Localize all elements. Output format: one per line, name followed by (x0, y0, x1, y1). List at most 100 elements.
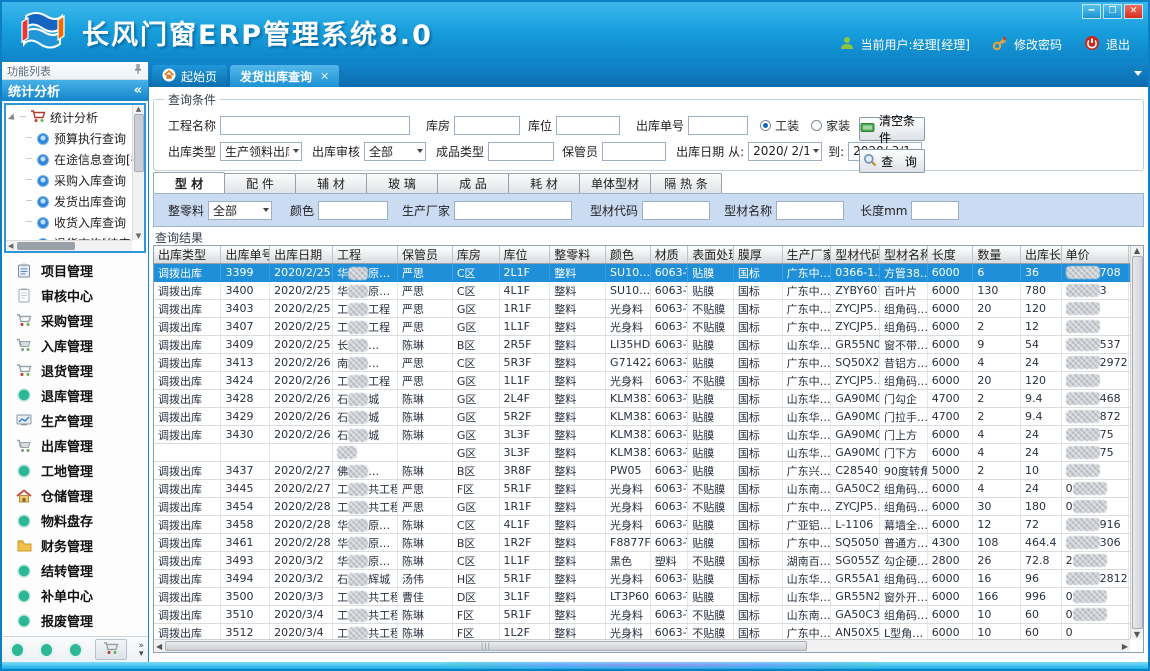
table-cell[interactable]: 2020/2/25 (270, 264, 333, 282)
table-cell[interactable]: 4700 (927, 390, 973, 408)
table-cell[interactable]: 166 (973, 588, 1021, 606)
table-cell[interactable]: 9.4 (1021, 390, 1062, 408)
table-cell[interactable]: 国标 (733, 354, 782, 372)
table-cell[interactable]: 3512 (221, 624, 270, 640)
table-cell[interactable]: 调拨出库 (154, 282, 221, 300)
search-button[interactable]: 查 询 (859, 149, 925, 173)
tab-shipment-query[interactable]: 发货出库查询 ✕ (230, 65, 339, 87)
table-cell[interactable]: 6000 (927, 606, 973, 624)
table-cell[interactable]: 勾企硬… (880, 552, 928, 570)
table-cell[interactable]: 3409 (221, 336, 270, 354)
radio-jiazhuang[interactable]: 家装 (811, 117, 850, 134)
table-cell[interactable]: 广东兴… (782, 462, 831, 480)
table-cell[interactable]: 贴膜 (688, 408, 734, 426)
table-cell[interactable]: C区 (452, 354, 499, 372)
table-cell[interactable]: ZYCJP5… (831, 318, 880, 336)
table-cell[interactable]: 6000 (927, 588, 973, 606)
table-cell[interactable]: 整料 (550, 354, 606, 372)
date-from-select[interactable]: 2020/ 2/16 (748, 142, 822, 161)
table-cell[interactable]: SU10… (606, 282, 651, 300)
table-cell[interactable]: 贴膜 (688, 426, 734, 444)
maximize-button[interactable]: ❐ (1103, 4, 1122, 19)
scroll-left-icon[interactable]: ◀ (8, 242, 13, 250)
table-cell[interactable]: 窗不带… (880, 336, 928, 354)
table-cell[interactable]: 不贴膜 (688, 606, 734, 624)
table-cell[interactable]: 调拨出库 (154, 570, 221, 588)
table-cell[interactable]: 塑料 (650, 552, 688, 570)
table-cell[interactable]: 6000 (927, 426, 973, 444)
table-cell[interactable]: 工共工程 (333, 498, 398, 516)
table-cell[interactable]: 1R1F (499, 498, 550, 516)
table-cell[interactable]: 整料 (550, 606, 606, 624)
column-header-8[interactable]: 颜色 (606, 246, 651, 264)
table-cell[interactable]: 陈琳 (398, 336, 453, 354)
tab-home[interactable]: 起始页 (152, 65, 227, 87)
table-cell[interactable]: 不贴膜 (688, 552, 734, 570)
table-cell[interactable]: 整料 (550, 372, 606, 390)
table-cell[interactable]: 5R3F (499, 354, 550, 372)
table-cell[interactable]: 4 (973, 480, 1021, 498)
table-cell[interactable]: 调拨出库 (154, 624, 221, 640)
tree-horizontal-scrollbar[interactable]: ◀ (6, 240, 132, 251)
table-cell[interactable]: 75 (1061, 426, 1128, 444)
table-cell[interactable]: 华原… (333, 534, 398, 552)
sidebar-item-2[interactable]: 采购管理 (16, 308, 148, 332)
scroll-right-icon[interactable]: ▶ (1122, 642, 1128, 651)
table-row[interactable]: 调拨出库34282020/2/26石城陈琳G区2L4F整料KLM38176063… (154, 390, 1130, 408)
sidebar-item-7[interactable]: 出库管理 (16, 434, 148, 458)
table-row[interactable]: G区3L3F整料KLM38176063-T5贴膜国标山东华…GA90M09.门下… (154, 444, 1130, 462)
table-cell[interactable]: 华原… (333, 552, 398, 570)
table-cell[interactable]: 6063-T5 (650, 516, 688, 534)
scrollbar-thumb[interactable]: ||| (165, 641, 807, 651)
table-cell[interactable]: 调拨出库 (154, 462, 221, 480)
table-cell[interactable]: 贴膜 (688, 570, 734, 588)
table-cell[interactable]: 贴膜 (688, 354, 734, 372)
table-cell[interactable]: 整料 (550, 588, 606, 606)
logout-link[interactable]: 退出 (1106, 36, 1130, 53)
table-cell[interactable] (221, 444, 270, 462)
table-cell[interactable]: 陈琳 (398, 462, 453, 480)
table-row[interactable]: 调拨出库34242020/2/26工工程严思G区1L1F整料光身料6063-T5… (154, 372, 1130, 390)
table-cell[interactable]: 2L1F (499, 264, 550, 282)
table-cell[interactable]: 贴膜 (688, 462, 734, 480)
table-cell[interactable]: 6063-T5 (650, 606, 688, 624)
table-cell[interactable]: 3407 (221, 318, 270, 336)
table-cell[interactable]: 0 (1061, 606, 1128, 624)
table-cell[interactable]: 3510 (221, 606, 270, 624)
panel-dot-icon[interactable] (70, 644, 81, 656)
table-cell[interactable]: 6000 (927, 372, 973, 390)
column-header-14[interactable]: 型材名称 (880, 246, 928, 264)
stats-section-header[interactable]: 统计分析 « (2, 80, 148, 101)
table-cell[interactable]: GA50C27 (831, 480, 880, 498)
table-cell[interactable]: 10 (973, 624, 1021, 640)
table-cell[interactable]: 2020/2/25 (270, 282, 333, 300)
table-cell[interactable]: 南… (333, 354, 398, 372)
table-cell[interactable]: 整料 (550, 264, 606, 282)
table-cell[interactable]: 整料 (550, 480, 606, 498)
table-cell[interactable]: 72 (1021, 516, 1062, 534)
table-cell[interactable]: 贴膜 (688, 588, 734, 606)
table-cell[interactable]: 严思 (398, 318, 453, 336)
table-cell[interactable]: KLM3817 (606, 426, 651, 444)
table-cell[interactable]: 3399 (221, 264, 270, 282)
project-name-input[interactable] (220, 116, 410, 135)
table-cell[interactable]: 广东中… (782, 498, 831, 516)
table-cell[interactable]: 468 (1061, 390, 1128, 408)
column-header-16[interactable]: 数量 (973, 246, 1021, 264)
table-cell[interactable]: 20 (973, 300, 1021, 318)
table-cell[interactable]: 不贴膜 (688, 300, 734, 318)
clear-conditions-button[interactable]: 清空条件 (859, 117, 925, 141)
table-cell[interactable]: 组角码… (880, 606, 928, 624)
table-cell[interactable]: 996 (1021, 588, 1062, 606)
table-cell[interactable]: 30 (973, 498, 1021, 516)
table-cell[interactable]: 整料 (550, 534, 606, 552)
table-cell[interactable]: 工工程 (333, 372, 398, 390)
table-cell[interactable]: 陈琳 (398, 552, 453, 570)
table-cell[interactable]: 6000 (927, 336, 973, 354)
sidebar-item-4[interactable]: 退货管理 (16, 358, 148, 382)
table-cell[interactable]: 5R1F (499, 606, 550, 624)
table-cell[interactable]: 3400 (221, 282, 270, 300)
sidebar-item-3[interactable]: 入库管理 (16, 333, 148, 357)
table-cell[interactable]: 调拨出库 (154, 408, 221, 426)
table-cell[interactable]: 工共工程 (333, 588, 398, 606)
